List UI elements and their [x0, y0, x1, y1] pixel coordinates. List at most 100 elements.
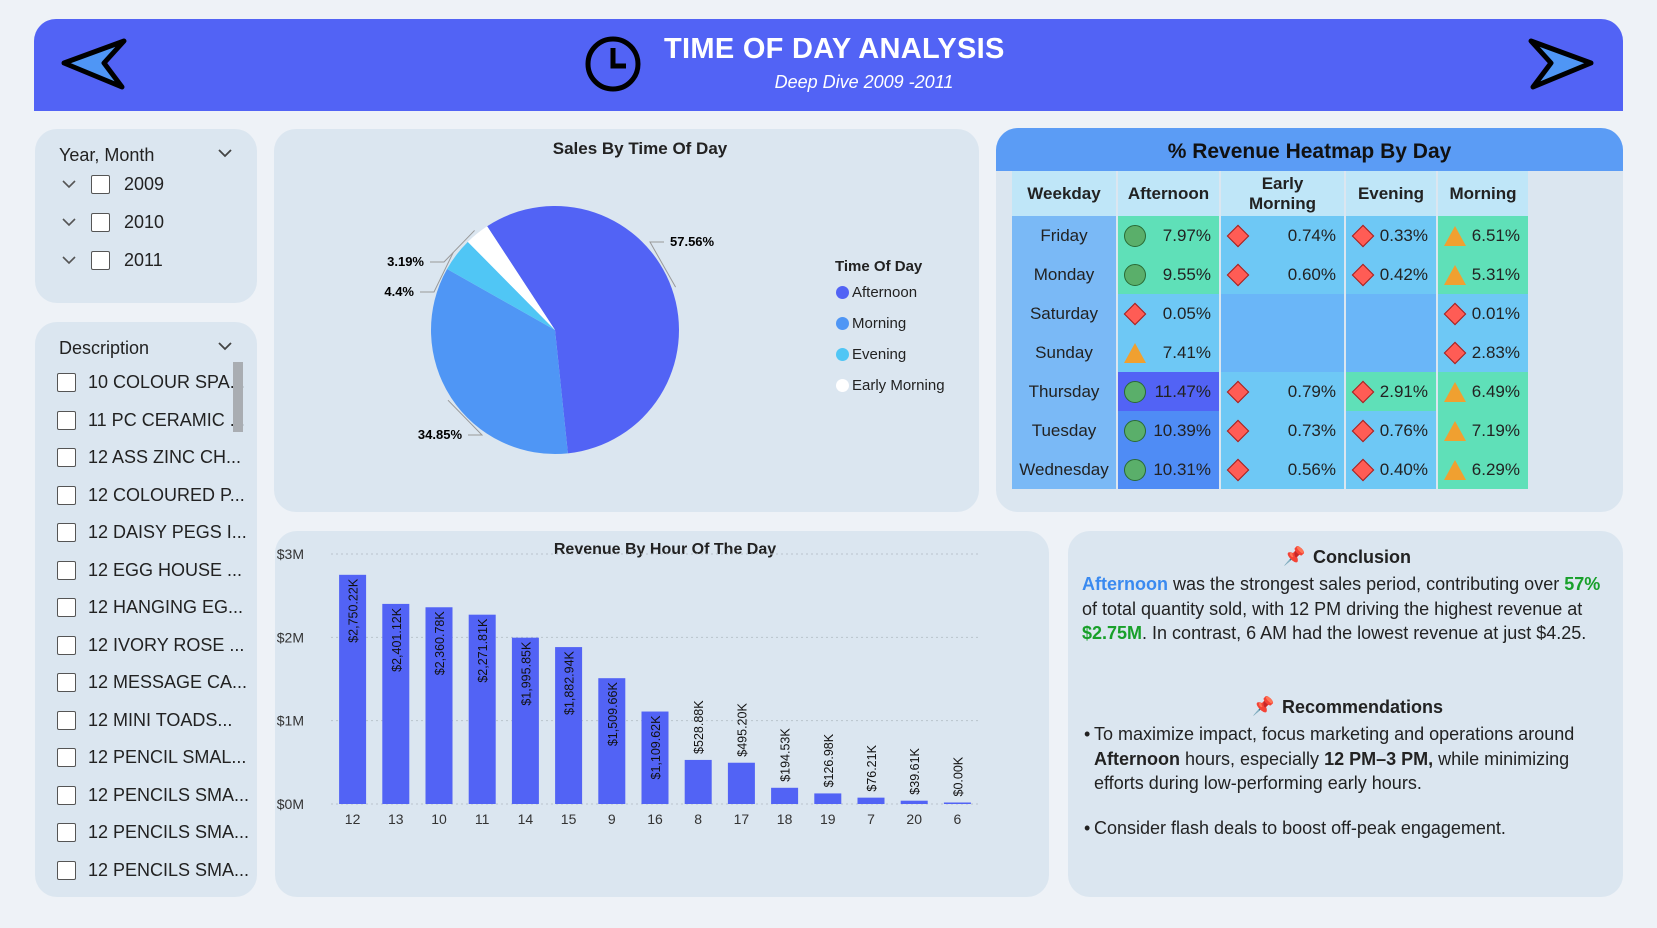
description-option[interactable]: 12 PENCILS SMA...	[57, 777, 249, 815]
x-tick-label: 8	[694, 811, 702, 827]
checkbox[interactable]	[57, 373, 76, 393]
bar-data-label: $194.53K	[779, 728, 793, 782]
year-option[interactable]: 2009	[61, 171, 164, 197]
triangle-kpi-icon	[1444, 226, 1466, 246]
heatmap-cell: 0.79%	[1221, 372, 1344, 411]
bar-hour-20[interactable]	[900, 800, 928, 804]
description-label: 12 PENCILS SMA...	[88, 822, 250, 843]
checkbox[interactable]	[57, 673, 76, 693]
conclusion-text: Afternoon was the strongest sales period…	[1082, 574, 1601, 643]
description-label: 12 MINI TOADS...	[88, 709, 233, 730]
year-label: 2011	[124, 249, 163, 270]
diamond-kpi-icon	[1123, 302, 1147, 326]
heatmap-column-header[interactable]: Early Morning	[1221, 171, 1344, 216]
bar-hour-7[interactable]	[857, 797, 885, 804]
pie-data-label: 3.19%	[387, 254, 424, 269]
x-tick-label: 12	[345, 811, 361, 827]
circle-kpi-icon	[1124, 225, 1146, 247]
conclusion-title: Conclusion	[1313, 547, 1411, 567]
chevron-down-icon[interactable]	[61, 178, 77, 190]
bar-hour-19[interactable]	[814, 793, 842, 804]
heatmap-column-header[interactable]: Afternoon	[1118, 171, 1219, 216]
back-arrow-icon[interactable]	[60, 37, 134, 93]
scrollbar[interactable]	[233, 362, 243, 432]
bar-hour-6[interactable]	[943, 802, 971, 805]
x-tick-label: 19	[820, 811, 836, 827]
heatmap-column-header[interactable]: Morning	[1438, 171, 1528, 216]
description-option[interactable]: 12 HANGING EG...	[57, 589, 243, 627]
legend-item[interactable]: Early Morning	[836, 377, 945, 394]
checkbox[interactable]	[57, 485, 76, 505]
x-tick-label: 17	[734, 811, 750, 827]
description-option[interactable]: 10 COLOUR SPA...	[57, 364, 245, 402]
chevron-down-icon[interactable]	[217, 340, 233, 352]
year-option[interactable]: 2011	[61, 247, 163, 273]
bar-hour-8[interactable]	[684, 759, 712, 804]
checkbox[interactable]	[57, 860, 76, 880]
bar-hour-18[interactable]	[771, 787, 799, 804]
description-label: 12 PENCILS SMA...	[88, 859, 250, 880]
checkbox[interactable]	[57, 560, 76, 580]
heatmap-cell: 11.47%	[1118, 372, 1219, 411]
description-option[interactable]: 12 COLOURED P...	[57, 477, 245, 515]
x-tick-label: 13	[388, 811, 404, 827]
legend-swatch	[836, 317, 849, 330]
page-title: TIME OF DAY ANALYSIS	[664, 33, 1005, 65]
checkbox[interactable]	[57, 710, 76, 730]
chevron-down-icon[interactable]	[217, 147, 233, 159]
checkbox[interactable]	[57, 785, 76, 805]
checkbox[interactable]	[57, 598, 76, 618]
description-option[interactable]: 12 MINI TOADS...	[57, 702, 243, 740]
heatmap-value: 5.31%	[1471, 265, 1520, 284]
year-label: 2010	[124, 211, 165, 232]
checkbox[interactable]	[57, 410, 76, 430]
checkbox[interactable]	[91, 174, 110, 194]
bar-data-label: $1,995.85K	[519, 641, 533, 706]
legend-item[interactable]: Afternoon	[836, 284, 917, 301]
description-option[interactable]: 12 MESSAGE CA...	[57, 664, 247, 702]
description-slicer: Description 10 COLOUR SPA... 11 PC CERAMI…	[35, 322, 257, 897]
description-option[interactable]: 12 IVORY ROSE ...	[57, 627, 244, 665]
checkbox[interactable]	[91, 250, 110, 270]
weekday-cell: Wednesday	[1012, 450, 1116, 489]
description-option[interactable]: 12 DAISY PEGS I...	[57, 514, 247, 552]
heatmap-value: 0.56%	[1287, 460, 1336, 479]
heatmap-cell: 2.91%	[1346, 372, 1436, 411]
description-option[interactable]: 11 PC CERAMIC ...	[57, 402, 245, 440]
legend-item[interactable]: Evening	[836, 346, 906, 363]
triangle-kpi-icon	[1444, 421, 1466, 441]
bar-hour-17[interactable]	[727, 762, 755, 804]
heatmap-value: 0.42%	[1379, 265, 1428, 284]
chevron-down-icon[interactable]	[61, 254, 77, 266]
heatmap-column-header[interactable]: Weekday	[1012, 171, 1116, 216]
pie-data-label: 34.85%	[418, 427, 463, 442]
description-option[interactable]: 12 PENCILS SMA...	[57, 814, 249, 852]
legend-label: Afternoon	[852, 284, 918, 301]
bar-data-label: $2,360.78K	[433, 611, 447, 676]
checkbox[interactable]	[91, 212, 110, 232]
heatmap-row: Tuesday 10.39% 0.73% 0.76% 7.19%	[1012, 411, 1528, 450]
year-option[interactable]: 2010	[61, 209, 164, 235]
description-label: 12 DAISY PEGS I...	[88, 522, 247, 543]
checkbox[interactable]	[57, 523, 76, 543]
pushpin-icon: 📌	[1283, 546, 1306, 566]
checkbox[interactable]	[57, 823, 76, 843]
checkbox[interactable]	[57, 448, 76, 468]
page-subtitle: Deep Dive 2009 -2011	[774, 72, 954, 92]
description-option[interactable]: 12 PENCILS SMA...	[57, 852, 249, 890]
heatmap-title: % Revenue Heatmap By Day	[996, 128, 1623, 171]
description-option[interactable]: 12 EGG HOUSE ...	[57, 552, 243, 590]
description-option[interactable]: 12 ASS ZINC CH...	[57, 439, 243, 477]
checkbox[interactable]	[57, 748, 76, 768]
checkbox[interactable]	[57, 635, 76, 655]
forward-arrow-icon[interactable]	[1521, 37, 1595, 93]
description-option[interactable]: 12 PENCIL SMAL...	[57, 739, 246, 777]
heatmap-value: 0.33%	[1379, 226, 1428, 245]
heatmap-column-header[interactable]: Evening	[1346, 171, 1436, 216]
legend-item[interactable]: Morning	[836, 315, 906, 332]
heatmap-value: 7.97%	[1162, 226, 1211, 245]
heatmap-row: Wednesday 10.31% 0.56% 0.40% 6.29%	[1012, 450, 1528, 489]
weekday-cell: Saturday	[1012, 294, 1116, 333]
heatmap-cell: 0.76%	[1346, 411, 1436, 450]
chevron-down-icon[interactable]	[61, 216, 77, 228]
